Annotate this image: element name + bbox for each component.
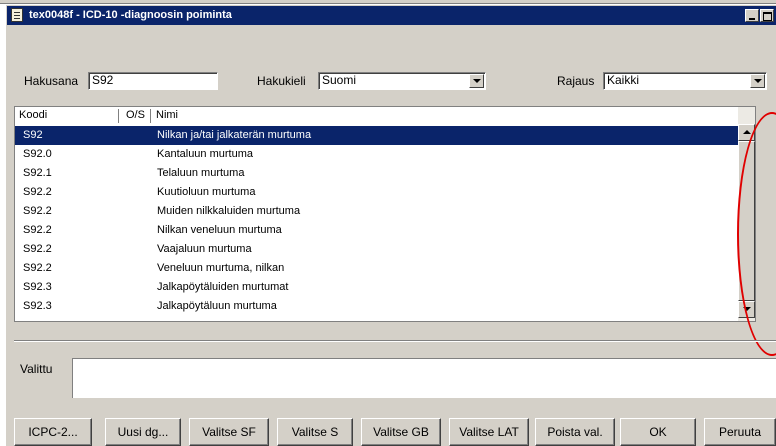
cell-code: S92.2: [23, 224, 52, 236]
window-title: tex0048f - ICD-10 -diagnoosin poiminta: [29, 9, 232, 21]
hakusana-input[interactable]: S92: [88, 72, 218, 90]
table-body: S92 Nilkan ja/tai jalkaterän murtuma S92…: [15, 126, 738, 316]
cell-code: S92.2: [23, 186, 52, 198]
table-row[interactable]: S92.2 Nilkan veneluun murtuma: [15, 221, 738, 240]
table-row[interactable]: S92.0 Kantaluun murtuma: [15, 145, 738, 164]
ok-button[interactable]: OK: [620, 418, 696, 446]
rajaus-value: Kaikki: [607, 73, 640, 87]
cell-name: Nilkan veneluun murtuma: [157, 224, 282, 236]
maximize-icon[interactable]: [760, 9, 774, 22]
new-diagnosis-button[interactable]: Uusi dg...: [105, 418, 181, 446]
icpc-button[interactable]: ICPC-2...: [14, 418, 92, 446]
minimize-icon[interactable]: [745, 9, 759, 22]
chevron-down-icon[interactable]: [750, 74, 765, 88]
column-header-name[interactable]: Nimi: [156, 109, 178, 121]
hakukieli-label: Hakukieli: [257, 74, 306, 88]
hakukieli-select[interactable]: Suomi: [318, 72, 486, 90]
cell-name: Kuutioluun murtuma: [157, 186, 256, 198]
cell-code: S92.2: [23, 205, 52, 217]
column-header-code[interactable]: Koodi: [19, 109, 47, 121]
table-row[interactable]: S92.2 Vaajaluun murtuma: [15, 240, 738, 259]
cell-name: Jalkapöytäluun murtuma: [157, 300, 277, 312]
remove-selection-button[interactable]: Poista val.: [535, 418, 615, 446]
cell-name: Kantaluun murtuma: [157, 148, 253, 160]
table-row[interactable]: S92.2 Kuutioluun murtuma: [15, 183, 738, 202]
cell-name: Nilkan ja/tai jalkaterän murtuma: [157, 129, 312, 141]
table-row[interactable]: S92.1 Telaluun murtuma: [15, 164, 738, 183]
chevron-down-icon[interactable]: [469, 74, 484, 88]
column-header-os[interactable]: O/S: [126, 109, 145, 121]
column-divider[interactable]: [118, 109, 119, 123]
table-row[interactable]: S92 Nilkan ja/tai jalkaterän murtuma: [15, 126, 738, 145]
cell-name: Muiden nilkkaluiden murtuma: [157, 205, 301, 217]
cell-code: S92: [23, 129, 43, 141]
cell-code: S92.2: [23, 243, 52, 255]
cell-name: Veneluun murtuma, nilkan: [157, 262, 285, 274]
cell-name: Vaajaluun murtuma: [157, 243, 252, 255]
cell-code: S92.3: [23, 281, 52, 293]
cell-code: S92.1: [23, 167, 52, 179]
cell-code: S92.3: [23, 300, 52, 312]
document-icon: [11, 8, 23, 22]
table-row[interactable]: S92.3 Jalkapöytäluiden murtumat: [15, 278, 738, 297]
cancel-button[interactable]: Peruuta: [704, 418, 776, 446]
select-gb-button[interactable]: Valitse GB: [361, 418, 441, 446]
column-divider[interactable]: [150, 109, 151, 123]
cell-name: Jalkapöytäluiden murtumat: [157, 281, 289, 293]
table-row[interactable]: S92.2 Veneluun murtuma, nilkan: [15, 259, 738, 278]
cell-name: Telaluun murtuma: [157, 167, 245, 179]
table-row[interactable]: S92.3 Jalkapöytäluun murtuma: [15, 297, 738, 316]
hakusana-label: Hakusana: [24, 74, 79, 88]
title-bar[interactable]: tex0048f - ICD-10 -diagnoosin poiminta: [7, 6, 776, 25]
select-s-button[interactable]: Valitse S: [277, 418, 353, 446]
rajaus-label: Rajaus: [557, 74, 595, 88]
selected-diagnosis-field[interactable]: [72, 358, 776, 398]
cell-code: S92.0: [23, 148, 52, 160]
hakukieli-value: Suomi: [322, 73, 357, 87]
divider: [14, 340, 776, 342]
select-sf-button[interactable]: Valitse SF: [189, 418, 269, 446]
valittu-label: Valittu: [20, 362, 53, 376]
table-row[interactable]: S92.2 Muiden nilkkaluiden murtuma: [15, 202, 738, 221]
rajaus-select[interactable]: Kaikki: [603, 72, 767, 90]
table-header: Koodi O/S Nimi: [15, 107, 738, 125]
diagnosis-table[interactable]: Koodi O/S Nimi S92 Nilkan ja/tai jalkate…: [14, 106, 756, 322]
cell-code: S92.2: [23, 262, 52, 274]
select-lat-button[interactable]: Valitse LAT: [449, 418, 529, 446]
